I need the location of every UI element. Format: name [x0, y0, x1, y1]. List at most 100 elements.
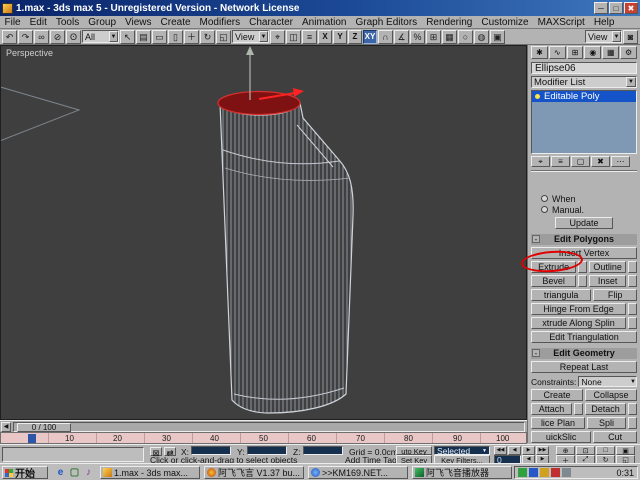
task-km169[interactable]: >>KM169.NET...	[308, 466, 408, 479]
link-icon[interactable]: ∞	[34, 30, 49, 44]
attach-settings-button[interactable]	[574, 403, 583, 415]
split-button[interactable]: Spli	[587, 417, 626, 429]
hinge-settings-button[interactable]	[628, 303, 637, 315]
make-unique-icon[interactable]: ▢	[571, 156, 590, 167]
menu-character[interactable]: Character	[245, 16, 298, 29]
percent-snap-icon[interactable]: %	[410, 30, 425, 44]
align-icon[interactable]: ≡	[302, 30, 317, 44]
select-object-icon[interactable]: ↖	[120, 30, 135, 44]
insert-vertex-button[interactable]: Insert Vertex	[531, 247, 637, 259]
move-icon[interactable]: ＋	[184, 30, 199, 44]
inset-button[interactable]: Inset	[589, 275, 626, 287]
update-manual-radio[interactable]: Manual.	[541, 205, 637, 214]
selection-filter-dropdown[interactable]: All ▼	[82, 30, 119, 43]
mirror-icon[interactable]: ◫	[286, 30, 301, 44]
material-editor-icon[interactable]: ◍	[474, 30, 489, 44]
zoom-extents-icon[interactable]: □	[596, 446, 615, 455]
task-afei-radio[interactable]: 阿飞飞言 V1.37 bu...	[204, 466, 304, 479]
redo-icon[interactable]: ↷	[18, 30, 33, 44]
bevel-settings-button[interactable]	[578, 275, 587, 287]
axis-x-button[interactable]: X	[318, 30, 332, 44]
axis-y-button[interactable]: Y	[333, 30, 347, 44]
menu-customize[interactable]: Customize	[477, 16, 533, 29]
outline-settings-button[interactable]	[628, 261, 637, 273]
angle-snap-icon[interactable]: ∡	[394, 30, 409, 44]
x-coordinate-field[interactable]	[191, 446, 231, 455]
update-when-radio[interactable]: When	[541, 194, 637, 203]
close-button[interactable]: ✖	[624, 2, 638, 14]
triangle-object[interactable]	[1, 86, 79, 142]
previous-frame-icon[interactable]: ◀	[508, 446, 521, 455]
flip-button[interactable]: Flip	[593, 289, 637, 301]
object-name-field[interactable]: Ellipse06	[531, 62, 637, 74]
wireframe-object[interactable]	[220, 103, 353, 413]
outline-button[interactable]: Outline	[589, 261, 626, 273]
time-slider-handle[interactable]: 0 / 100	[17, 423, 71, 432]
menu-file[interactable]: File	[0, 16, 25, 29]
tray-icon-3[interactable]	[540, 468, 549, 477]
selected-set-dropdown[interactable]: Selected ▼	[434, 446, 490, 455]
menu-rendering[interactable]: Rendering	[422, 16, 477, 29]
track-bar[interactable]: 10 20 30 40 50 60 70 80 90 100	[0, 432, 527, 444]
time-slider-track[interactable]: 0 / 100	[13, 422, 525, 432]
menu-graph-editors[interactable]: Graph Editors	[351, 16, 422, 29]
menu-views[interactable]: Views	[121, 16, 157, 29]
bevel-button[interactable]: Bevel	[531, 275, 576, 287]
start-button[interactable]: 开始	[2, 466, 48, 479]
previous-frame-button[interactable]: ◀	[1, 422, 11, 432]
bind-spacewarp-icon[interactable]: ʘ	[66, 30, 81, 44]
hinge-from-edge-button[interactable]: Hinge From Edge	[531, 303, 626, 315]
update-button[interactable]: Update	[555, 217, 613, 229]
use-pivot-icon[interactable]: ⌖	[270, 30, 285, 44]
auto-key-button[interactable]: uto Key	[396, 446, 432, 455]
go-to-end-icon[interactable]: ▶▶	[536, 446, 549, 455]
tray-icon-2[interactable]	[529, 468, 538, 477]
slice-plane-button[interactable]: lice Plan	[531, 417, 585, 429]
constraints-dropdown[interactable]: None ▼	[578, 376, 637, 387]
reference-coordinate-dropdown[interactable]: View ▼	[232, 30, 269, 43]
cut-button[interactable]: Cut	[593, 431, 637, 443]
z-coordinate-field[interactable]	[303, 446, 343, 455]
extrude-along-spline-button[interactable]: xtrude Along Splin	[531, 317, 626, 329]
rotate-icon[interactable]: ↻	[200, 30, 215, 44]
split-settings-button[interactable]	[628, 417, 637, 429]
snap-toggle-icon[interactable]: ∩	[378, 30, 393, 44]
schematic-view-icon[interactable]: ○	[458, 30, 473, 44]
inset-settings-button[interactable]	[628, 275, 637, 287]
menu-group[interactable]: Group	[84, 16, 121, 29]
tray-icon-4[interactable]	[551, 468, 560, 477]
perspective-viewport[interactable]: Perspective	[0, 45, 527, 420]
tray-icon-1[interactable]	[518, 468, 527, 477]
frame-marker[interactable]	[28, 434, 36, 443]
show-end-result-icon[interactable]: ≡	[551, 156, 570, 167]
menu-create[interactable]: Create	[156, 16, 195, 29]
retriangulate-button[interactable]: triangula	[531, 289, 591, 301]
axis-z-button[interactable]: Z	[348, 30, 362, 44]
scale-icon[interactable]: ◱	[216, 30, 231, 44]
spinner-snap-icon[interactable]: ⊞	[426, 30, 441, 44]
curve-editor-icon[interactable]: ▦	[442, 30, 457, 44]
quickslice-button[interactable]: uickSlic	[531, 431, 591, 443]
zoom-all-icon[interactable]: ⊡	[576, 446, 595, 455]
select-by-name-icon[interactable]: ▤	[136, 30, 151, 44]
zoom-icon[interactable]: ⊕	[556, 446, 575, 455]
minimize-button[interactable]: ─	[594, 2, 608, 14]
configure-stack-icon[interactable]: ⋯	[611, 156, 630, 167]
y-coordinate-field[interactable]	[247, 446, 287, 455]
extrude-spline-settings-button[interactable]	[628, 317, 637, 329]
pin-stack-icon[interactable]: ⌖	[531, 156, 550, 167]
menu-edit[interactable]: Edit	[25, 16, 51, 29]
stack-item-editable-poly[interactable]: Editable Poly	[532, 91, 636, 102]
tray-icon-5[interactable]	[562, 468, 571, 477]
edit-triangulation-button[interactable]: Edit Triangulation	[531, 331, 637, 343]
quick-launch-ie-icon[interactable]: e	[54, 466, 67, 479]
zoom-extents-all-icon[interactable]: ▣	[616, 446, 635, 455]
region-select-icon[interactable]: ▭	[152, 30, 167, 44]
menu-tools[interactable]: Tools	[51, 16, 83, 29]
viewport-label[interactable]: Perspective	[6, 48, 53, 58]
attach-button[interactable]: Attach	[531, 403, 572, 415]
extrude-settings-button[interactable]	[578, 261, 587, 273]
tab-create[interactable]: ✱	[531, 46, 548, 59]
quick-launch-player-icon[interactable]: ♪	[82, 466, 95, 479]
task-afei-player[interactable]: 阿飞飞音播放器	[412, 466, 512, 479]
